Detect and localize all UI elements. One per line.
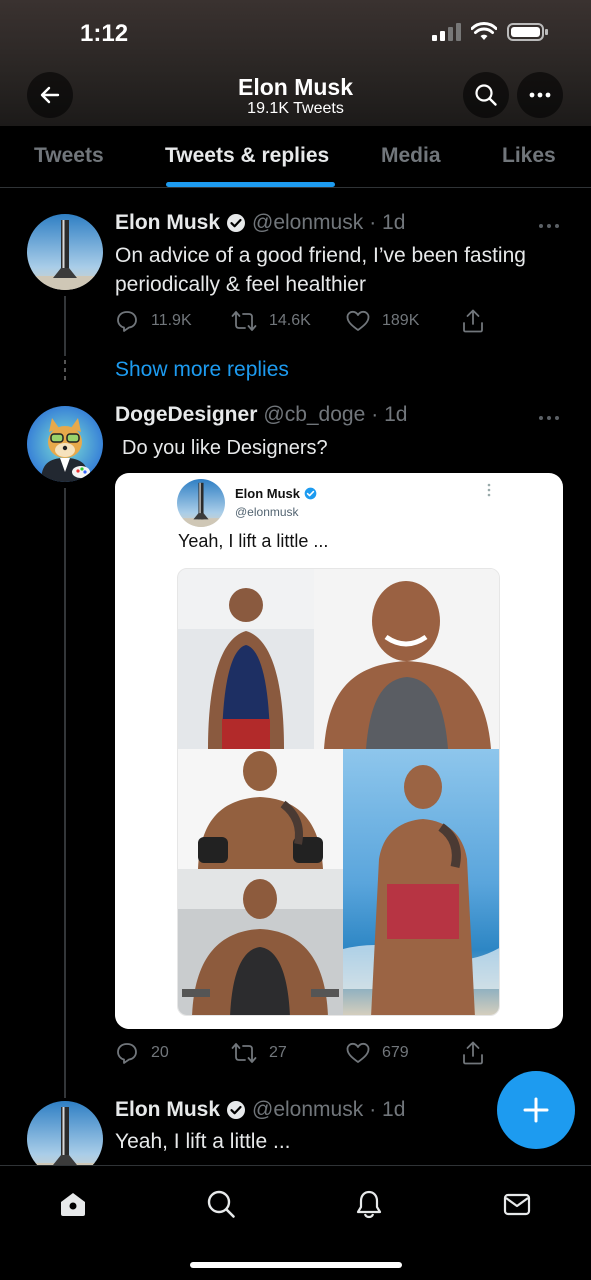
search-button[interactable] <box>463 72 509 118</box>
home-icon <box>61 1193 85 1216</box>
share-button[interactable] <box>462 1041 484 1065</box>
embedded-tweet-text: Yeah, I lift a little ... <box>178 531 329 551</box>
tab-tweets-and-replies[interactable]: Tweets & replies <box>165 144 329 168</box>
tweet-time: · 1d <box>369 211 406 234</box>
share-button[interactable] <box>462 309 484 333</box>
thread-line <box>64 296 66 356</box>
verified-badge-icon <box>304 487 317 500</box>
more-icon <box>539 224 559 228</box>
signal-icon <box>432 23 461 41</box>
show-more-replies-link[interactable]: Show more replies <box>115 358 289 382</box>
photo <box>343 749 499 1015</box>
tweet-header: Elon Musk @elonmusk · 1d <box>115 1098 405 1122</box>
tweet-header: DogeDesigner @cb_doge · 1d <box>115 403 407 427</box>
tweet-header: Elon Musk @elonmusk · 1d <box>115 211 405 235</box>
retweet-icon <box>231 1043 257 1063</box>
thread-line-dotted <box>64 360 66 364</box>
status-time: 1:12 <box>80 20 129 47</box>
plus-icon <box>523 1097 549 1123</box>
search-icon <box>475 84 497 106</box>
embedded-name-text: Elon Musk <box>235 486 301 501</box>
more-options-button[interactable] <box>517 72 563 118</box>
verified-badge-icon <box>227 1101 246 1119</box>
share-icon <box>463 1041 483 1065</box>
tweet-text: Do you like Designers? <box>122 437 328 459</box>
author-handle[interactable]: @cb_doge <box>263 403 365 427</box>
profile-tabs: Tweets Tweets & replies Media Likes <box>0 126 591 188</box>
profile-header: 1:12 Elon Musk 19.1K Tweets <box>0 0 591 126</box>
more-icon <box>539 416 559 420</box>
thread-line-dotted <box>64 376 66 380</box>
retweet-count: 27 <box>269 1044 287 1061</box>
nav-home[interactable] <box>53 1184 93 1224</box>
tweet-time: · 1d <box>371 403 408 426</box>
battery-icon <box>507 23 548 41</box>
like-button[interactable]: 189K <box>346 310 462 332</box>
compose-tweet-button[interactable] <box>497 1071 575 1149</box>
heart-icon <box>346 310 370 331</box>
wifi-icon <box>471 22 497 40</box>
retweet-button[interactable]: 27 <box>231 1042 346 1064</box>
tweet-actions: 11.9K 14.6K 189K <box>115 309 484 333</box>
embedded-author-name: Elon Musk <box>235 486 317 501</box>
photo-collage <box>177 568 500 1016</box>
reply-count: 20 <box>151 1044 169 1061</box>
nav-messages[interactable] <box>497 1184 537 1224</box>
reply-icon <box>117 1043 137 1064</box>
avatar[interactable] <box>27 406 103 482</box>
reply-button[interactable]: 11.9K <box>115 309 231 333</box>
retweet-icon <box>231 311 257 331</box>
search-icon <box>207 1190 235 1218</box>
share-icon <box>463 309 483 333</box>
tweet-text: On advice of a good friend, I’ve been fa… <box>115 244 526 296</box>
author-name[interactable]: Elon Musk <box>115 211 220 235</box>
thread-line <box>64 488 66 1098</box>
verified-badge-icon <box>227 214 246 232</box>
like-count: 679 <box>382 1044 409 1061</box>
tweet-more-button[interactable] <box>538 212 560 235</box>
home-indicator <box>190 1262 402 1268</box>
nav-notifications[interactable] <box>349 1184 389 1224</box>
photo <box>314 569 499 749</box>
embedded-more-icon <box>487 483 491 500</box>
rocket-avatar-icon <box>177 479 225 527</box>
tweet-more-button[interactable] <box>538 404 560 427</box>
author-handle[interactable]: @elonmusk <box>252 211 363 235</box>
embedded-author-handle: @elonmusk <box>235 505 299 519</box>
photo <box>178 869 343 1015</box>
more-icon <box>529 92 551 98</box>
photo <box>178 569 314 749</box>
bell-icon <box>356 1190 382 1219</box>
mail-icon <box>503 1193 531 1216</box>
reply-button[interactable]: 20 <box>115 1041 231 1065</box>
nav-explore[interactable] <box>201 1184 241 1224</box>
thread-line-dotted <box>64 368 66 372</box>
tweet-actions: 20 27 679 <box>115 1041 484 1065</box>
tweet-time: · 1d <box>369 1098 406 1121</box>
author-name[interactable]: Elon Musk <box>115 1098 220 1122</box>
heart-icon <box>346 1042 370 1063</box>
author-handle[interactable]: @elonmusk <box>252 1098 363 1122</box>
photo <box>178 749 343 869</box>
reply-icon <box>117 311 137 332</box>
rocket-avatar-icon <box>27 214 103 290</box>
tab-media[interactable]: Media <box>381 144 441 168</box>
retweet-count: 14.6K <box>269 312 311 329</box>
author-name[interactable]: DogeDesigner <box>115 403 257 427</box>
active-tab-indicator <box>166 182 335 187</box>
like-button[interactable]: 679 <box>346 1042 462 1064</box>
tweet-media-image[interactable]: Elon Musk @elonmusk Yeah, I lift a littl… <box>115 473 563 1029</box>
avatar[interactable] <box>27 214 103 290</box>
status-icons <box>431 22 549 42</box>
tab-tweets[interactable]: Tweets <box>34 144 104 168</box>
tab-likes[interactable]: Likes <box>502 144 556 168</box>
doge-avatar-icon <box>27 406 103 482</box>
embedded-avatar <box>177 479 225 527</box>
like-count: 189K <box>382 312 420 329</box>
retweet-button[interactable]: 14.6K <box>231 310 346 332</box>
reply-count: 11.9K <box>151 312 192 329</box>
tweet-text: Yeah, I lift a little ... <box>115 1130 291 1153</box>
